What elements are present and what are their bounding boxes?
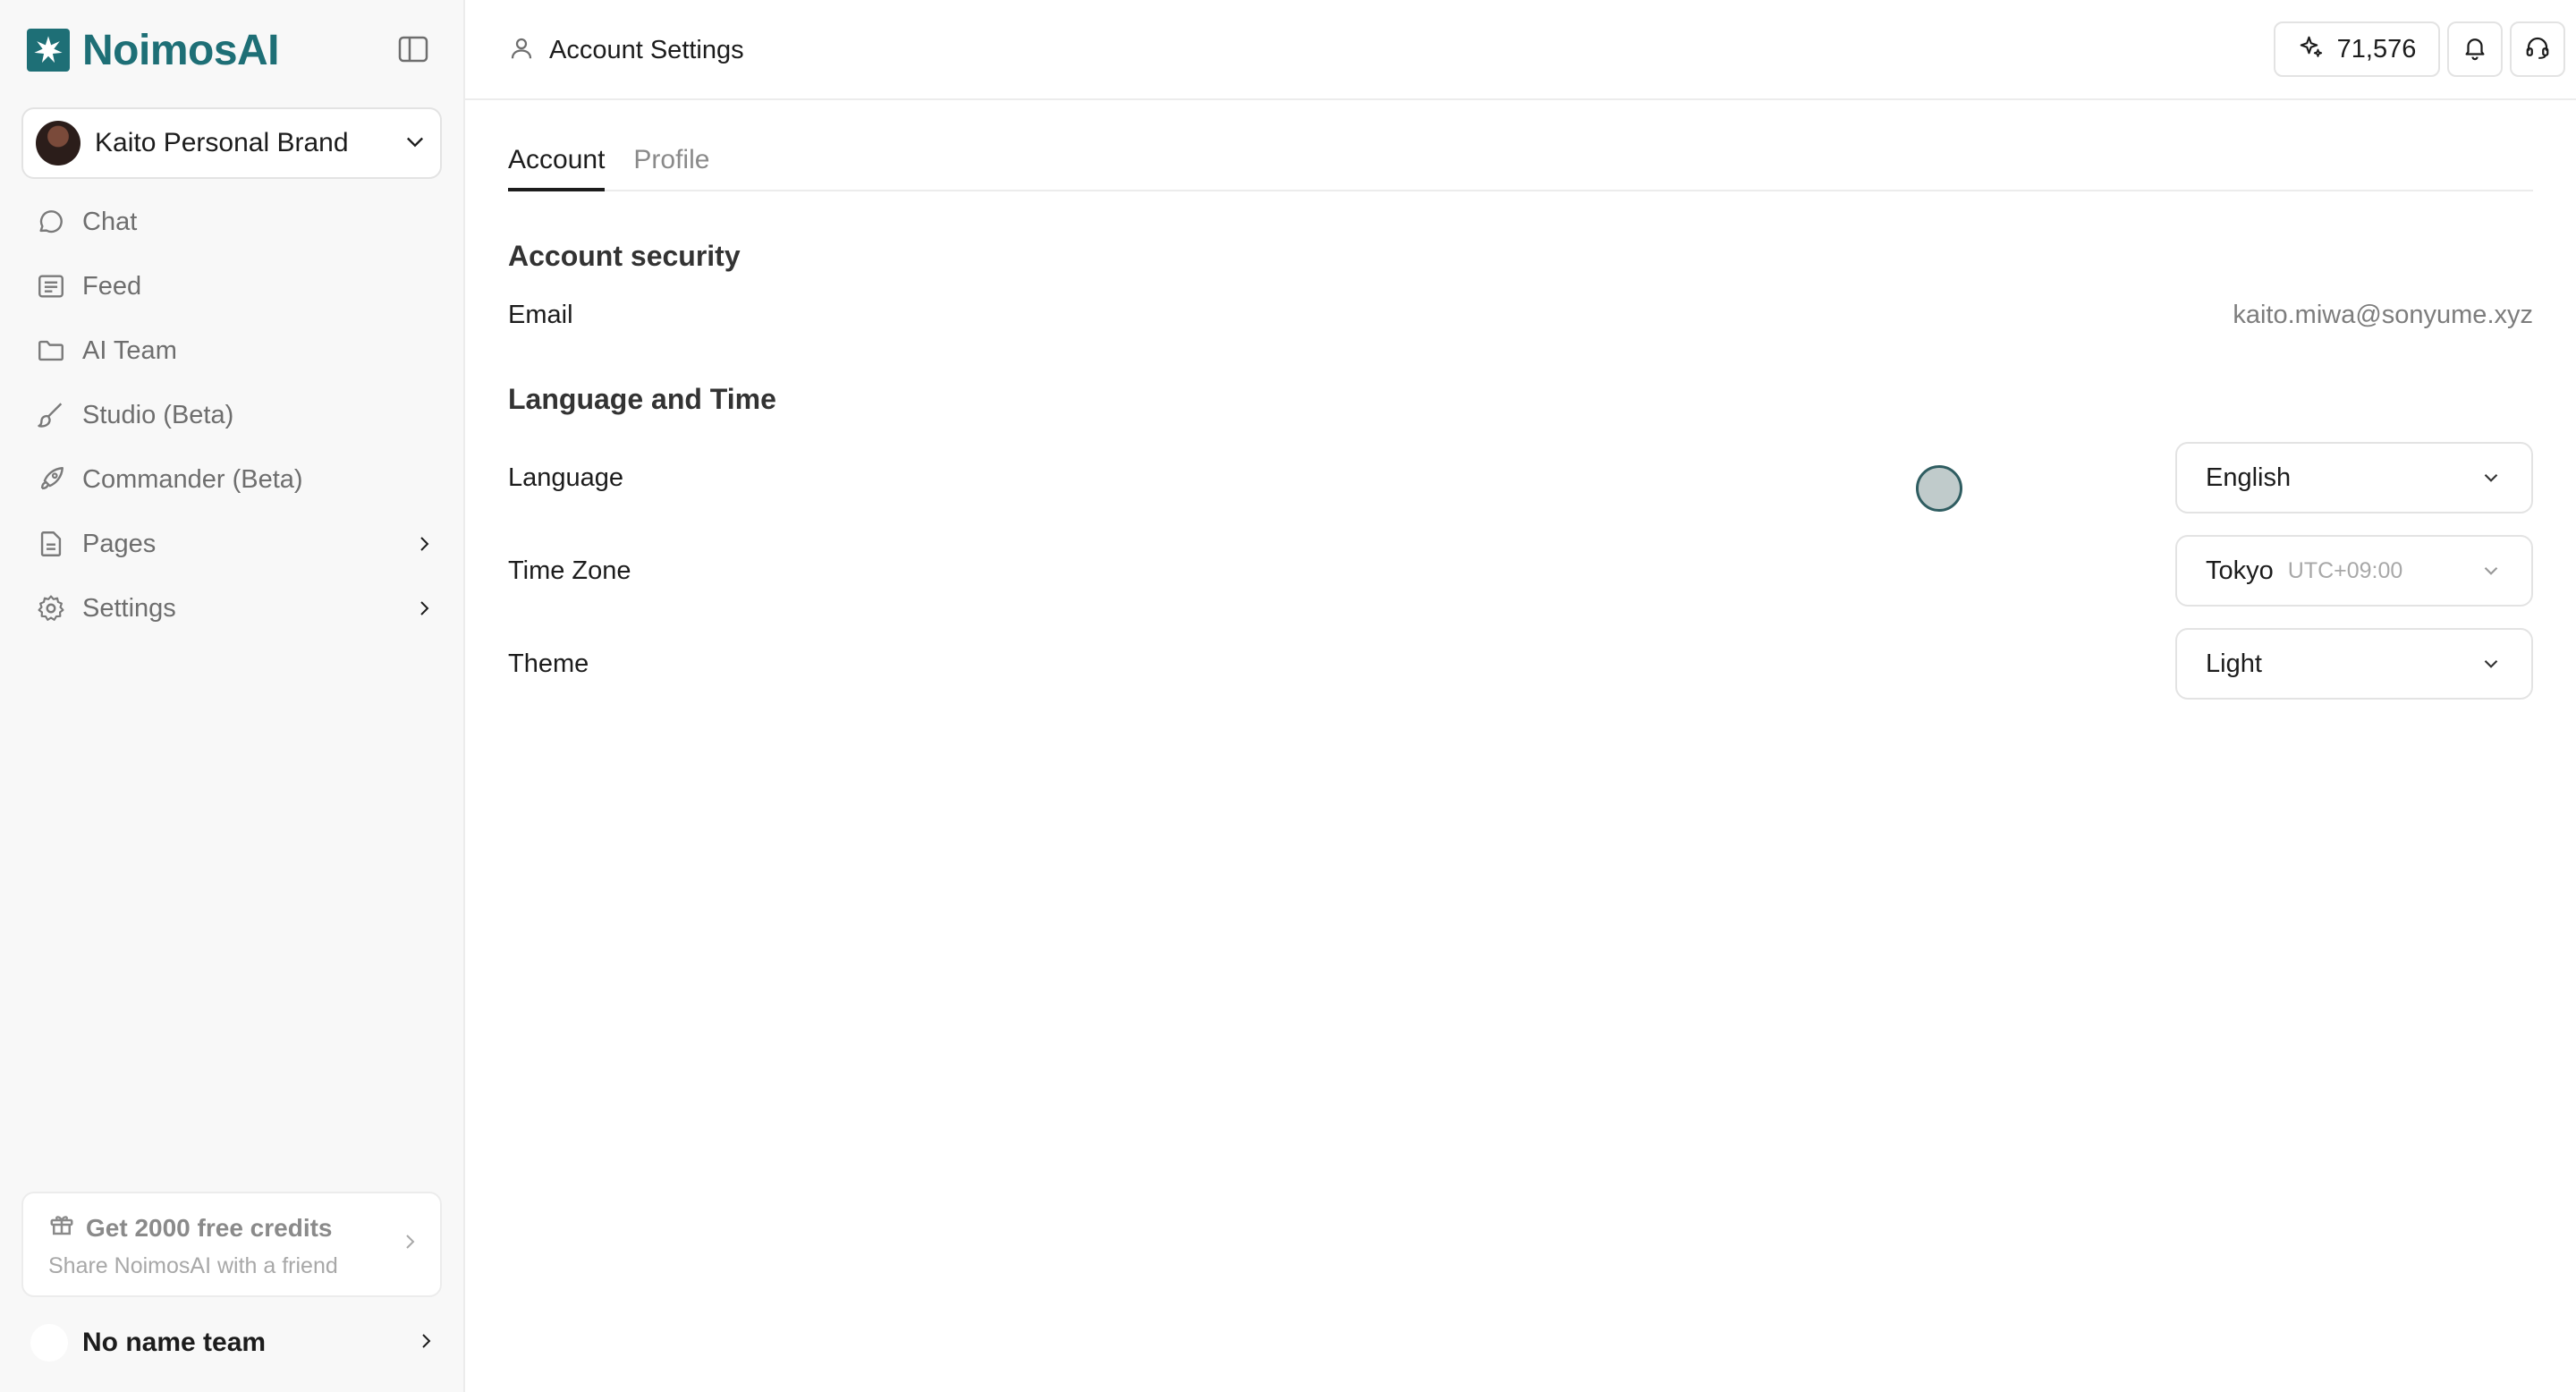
headset-icon bbox=[2524, 34, 2551, 65]
timezone-select[interactable]: Tokyo UTC+09:00 bbox=[2175, 535, 2533, 607]
settings-tabs: Account Profile bbox=[508, 134, 2533, 191]
chevron-right-icon bbox=[415, 1330, 436, 1356]
avatar bbox=[36, 121, 80, 166]
sidebar-item-label: Feed bbox=[82, 271, 142, 301]
gear-icon bbox=[34, 591, 68, 625]
gift-icon bbox=[48, 1211, 75, 1244]
chevron-down-icon bbox=[2479, 652, 2503, 675]
team-selector[interactable]: No name team bbox=[30, 1320, 436, 1365]
top-bar: Account Settings 71,576 bbox=[465, 0, 2576, 100]
brand-name: NoimosAI bbox=[82, 26, 280, 74]
sidebar-item-ai-team[interactable]: AI Team bbox=[21, 318, 442, 383]
language-label: Language bbox=[508, 463, 624, 492]
timezone-select-value: Tokyo bbox=[2206, 556, 2274, 585]
theme-select[interactable]: Light bbox=[2175, 628, 2533, 700]
referral-title: Get 2000 free credits bbox=[86, 1213, 333, 1242]
workspace-name: Kaito Personal Brand bbox=[95, 128, 349, 157]
timezone-label: Time Zone bbox=[508, 556, 631, 585]
email-value: kaito.miwa@sonyume.xyz bbox=[2233, 301, 2533, 329]
rocket-icon bbox=[34, 463, 68, 497]
sidebar-item-settings[interactable]: Settings bbox=[21, 576, 442, 641]
sidebar-item-studio[interactable]: Studio (Beta) bbox=[21, 383, 442, 447]
chevron-right-icon bbox=[406, 533, 442, 555]
team-avatar bbox=[30, 1324, 68, 1362]
language-time-title: Language and Time bbox=[508, 383, 776, 415]
timezone-offset: UTC+09:00 bbox=[2287, 557, 2403, 583]
folder-icon bbox=[34, 334, 68, 368]
sidebar-nav: Chat Feed AI Team Studio (Beta) Commande… bbox=[21, 190, 442, 641]
notifications-button[interactable] bbox=[2447, 21, 2503, 77]
credits-button[interactable]: 71,576 bbox=[2274, 21, 2440, 77]
support-button[interactable] bbox=[2510, 21, 2565, 77]
page-title: Account Settings bbox=[508, 30, 744, 70]
chevron-right-icon bbox=[399, 1231, 420, 1257]
referral-card[interactable]: Get 2000 free credits Share NoimosAI wit… bbox=[21, 1192, 442, 1297]
chat-bubble-icon bbox=[34, 205, 68, 239]
tab-profile[interactable]: Profile bbox=[633, 134, 709, 191]
document-icon bbox=[34, 527, 68, 561]
workspace-selector[interactable]: Kaito Personal Brand bbox=[21, 107, 442, 179]
sidebar-item-label: Studio (Beta) bbox=[82, 400, 234, 429]
theme-label: Theme bbox=[508, 649, 589, 678]
sidebar-item-label: Pages bbox=[82, 529, 157, 558]
sidebar-collapse-icon[interactable] bbox=[397, 34, 429, 64]
referral-subtitle: Share NoimosAI with a friend bbox=[48, 1253, 338, 1278]
email-label: Email bbox=[508, 301, 573, 329]
brand-logo-icon bbox=[27, 29, 70, 72]
sparkle-icon bbox=[2298, 34, 2325, 65]
feed-icon bbox=[34, 269, 68, 303]
account-security-title: Account security bbox=[508, 240, 741, 272]
chevron-right-icon bbox=[406, 598, 442, 619]
sidebar-item-label: AI Team bbox=[82, 335, 177, 365]
brush-icon bbox=[34, 398, 68, 432]
sidebar-item-label: Commander (Beta) bbox=[82, 464, 303, 494]
sidebar-item-chat[interactable]: Chat bbox=[21, 190, 442, 254]
team-name: No name team bbox=[82, 1328, 267, 1357]
page-title-text: Account Settings bbox=[549, 35, 744, 64]
brand[interactable]: NoimosAI bbox=[27, 25, 280, 75]
main-content: Account Settings 71,576 Account Profile … bbox=[465, 0, 2576, 1392]
tab-account[interactable]: Account bbox=[508, 134, 606, 191]
chevron-down-icon bbox=[2479, 559, 2503, 582]
user-icon bbox=[508, 35, 535, 66]
sidebar-item-commander[interactable]: Commander (Beta) bbox=[21, 447, 442, 512]
credits-count: 71,576 bbox=[2336, 34, 2417, 64]
sidebar-item-feed[interactable]: Feed bbox=[21, 254, 442, 318]
sidebar-item-label: Settings bbox=[82, 593, 176, 623]
bell-icon bbox=[2462, 34, 2488, 65]
theme-select-value: Light bbox=[2206, 649, 2262, 678]
sidebar-item-label: Chat bbox=[82, 207, 138, 236]
mouse-cursor-indicator bbox=[1916, 465, 1962, 512]
sidebar-item-pages[interactable]: Pages bbox=[21, 512, 442, 576]
language-select[interactable]: English bbox=[2175, 442, 2533, 514]
language-select-value: English bbox=[2206, 463, 2292, 492]
chevron-down-icon bbox=[402, 129, 428, 158]
chevron-down-icon bbox=[2479, 466, 2503, 489]
sidebar: NoimosAI Kaito Personal Brand Chat Feed … bbox=[0, 0, 465, 1392]
